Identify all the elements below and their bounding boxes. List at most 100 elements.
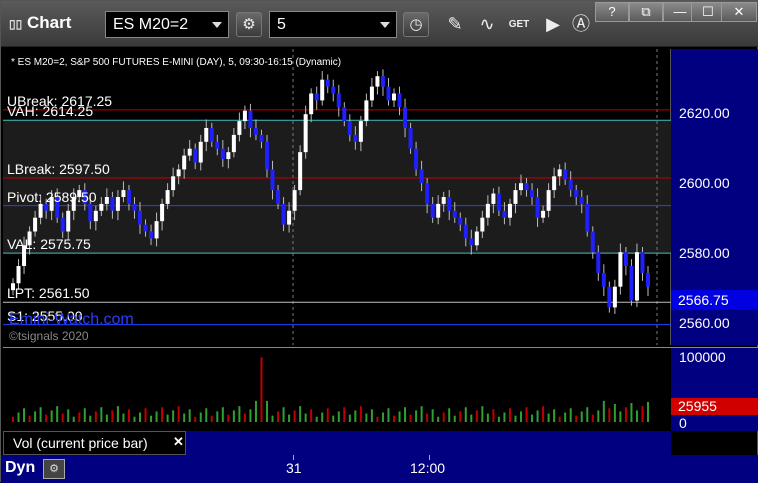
link-button[interactable]: ⧉ xyxy=(629,2,663,22)
volume-bar xyxy=(470,414,473,422)
candle-body xyxy=(563,169,568,180)
candle-body xyxy=(154,221,159,239)
settings-gear-button[interactable]: ⚙ xyxy=(236,12,262,37)
volume-bar xyxy=(343,407,346,422)
candle-body xyxy=(226,152,231,160)
chart-window: ▯▯ Chart ES M20=2 ⚙ 5 ◷ ✎ ∿ GET ▶ Ⓐ ? ⧉ … xyxy=(0,0,758,483)
volume-bar xyxy=(238,406,241,422)
volume-bar xyxy=(45,414,48,422)
maximize-button[interactable]: ☐ xyxy=(691,2,725,22)
volume-bar xyxy=(591,414,594,422)
volume-bar xyxy=(277,411,280,422)
draw-tool-button[interactable]: ✎ xyxy=(441,11,469,38)
help-button[interactable]: ? xyxy=(595,2,629,22)
candle-body xyxy=(419,169,424,184)
volume-bar xyxy=(608,408,611,422)
volume-bar xyxy=(216,411,219,422)
candle-body xyxy=(165,190,170,204)
time-axis[interactable]: Dyn ⚙ 31 12:00 xyxy=(1,455,758,483)
candle-body xyxy=(287,210,292,225)
symbol-combo[interactable]: ES M20=2 xyxy=(105,11,229,38)
candle-body xyxy=(425,183,430,204)
close-indicator-icon[interactable]: ✕ xyxy=(173,431,184,453)
volume-tick-label: 0 xyxy=(679,415,687,431)
annotation-button[interactable]: Ⓐ xyxy=(567,11,595,38)
volume-bar xyxy=(183,413,186,422)
volume-bar xyxy=(619,411,622,422)
volume-bar xyxy=(520,411,522,422)
volume-panel[interactable] xyxy=(3,347,671,431)
volume-bar xyxy=(50,410,53,422)
candle-body xyxy=(408,128,413,149)
candle-body xyxy=(242,110,247,122)
volume-bar xyxy=(221,407,224,422)
candle-body xyxy=(93,210,98,222)
candle-body xyxy=(66,210,71,232)
candle-body xyxy=(198,141,203,163)
price-chart-panel[interactable]: * ES M20=2, S&P 500 FUTURES E-MINI (DAY)… xyxy=(3,49,671,345)
volume-bar xyxy=(393,415,395,422)
volume-indicator-label[interactable]: Vol (current price bar) ✕ xyxy=(3,431,186,455)
volume-bar xyxy=(282,407,285,422)
volume-axis[interactable]: 100000 0 25955 xyxy=(671,347,758,431)
volume-chart xyxy=(12,357,649,422)
candle-body xyxy=(414,148,419,170)
candle-body xyxy=(364,100,369,122)
candle-body xyxy=(115,197,120,211)
volume-bar xyxy=(376,416,379,422)
candle-body xyxy=(463,224,468,239)
volume-bar xyxy=(415,410,418,422)
window-title: Chart xyxy=(27,13,72,32)
candle-body xyxy=(452,210,457,218)
volume-bar xyxy=(144,408,147,422)
y-tick-label: 2600.00 xyxy=(679,175,730,191)
candle-body xyxy=(474,231,479,246)
volume-bar xyxy=(553,409,556,422)
volume-bar xyxy=(475,410,478,422)
candle-body xyxy=(44,203,49,211)
volume-bar xyxy=(464,407,467,422)
volume-bar xyxy=(641,406,644,422)
volume-bar xyxy=(448,408,451,422)
price-axis[interactable]: 2620.00 2600.00 2580.00 2560.00 2566.75 xyxy=(671,49,758,345)
pencil-draw-icon: ✎ xyxy=(447,14,463,34)
volume-bar xyxy=(409,414,412,422)
get-data-button[interactable]: GET xyxy=(505,11,533,38)
insert-indicator-button[interactable]: ∿ xyxy=(473,11,501,38)
volume-bar xyxy=(514,415,517,422)
candle-body xyxy=(596,252,601,273)
volume-bar xyxy=(155,411,158,422)
chevron-down-icon xyxy=(380,22,390,28)
volume-bar xyxy=(481,406,484,422)
candle-body xyxy=(270,169,275,191)
volume-bar xyxy=(205,408,208,422)
close-button[interactable]: ✕ xyxy=(721,2,757,22)
volume-bar xyxy=(260,357,263,422)
y-tick-label: 2580.00 xyxy=(679,245,730,261)
clock-button[interactable]: ◷ xyxy=(403,12,429,37)
candle-body xyxy=(590,231,595,253)
lock-settings-icon[interactable]: ⚙ xyxy=(43,459,65,479)
indicator-row: Vol (current price bar) ✕ xyxy=(3,431,671,455)
candle-body xyxy=(126,190,131,204)
interval-combo[interactable]: 5 xyxy=(269,11,397,38)
level-label: VAL: 2575.75 xyxy=(7,236,91,253)
minimize-icon: — xyxy=(673,4,687,19)
candle-body xyxy=(507,203,512,218)
volume-bar xyxy=(442,412,445,422)
volume-bar xyxy=(326,408,329,422)
play-button[interactable]: ▶ xyxy=(539,11,567,38)
volume-bar xyxy=(420,406,423,422)
indicator-name: Vol (current price bar) xyxy=(13,435,148,451)
chevron-down-icon xyxy=(212,22,222,28)
candle-body xyxy=(16,266,21,284)
candle-body xyxy=(259,134,264,142)
candle-body xyxy=(309,93,314,115)
candle-body xyxy=(88,203,93,222)
volume-bar xyxy=(531,414,534,422)
volume-bar xyxy=(105,414,108,422)
indicator-wave-icon: ∿ xyxy=(479,14,495,34)
copyright-note: ©tsignals 2020 xyxy=(9,329,89,343)
volume-bar xyxy=(459,411,462,422)
volume-bar xyxy=(271,415,274,422)
